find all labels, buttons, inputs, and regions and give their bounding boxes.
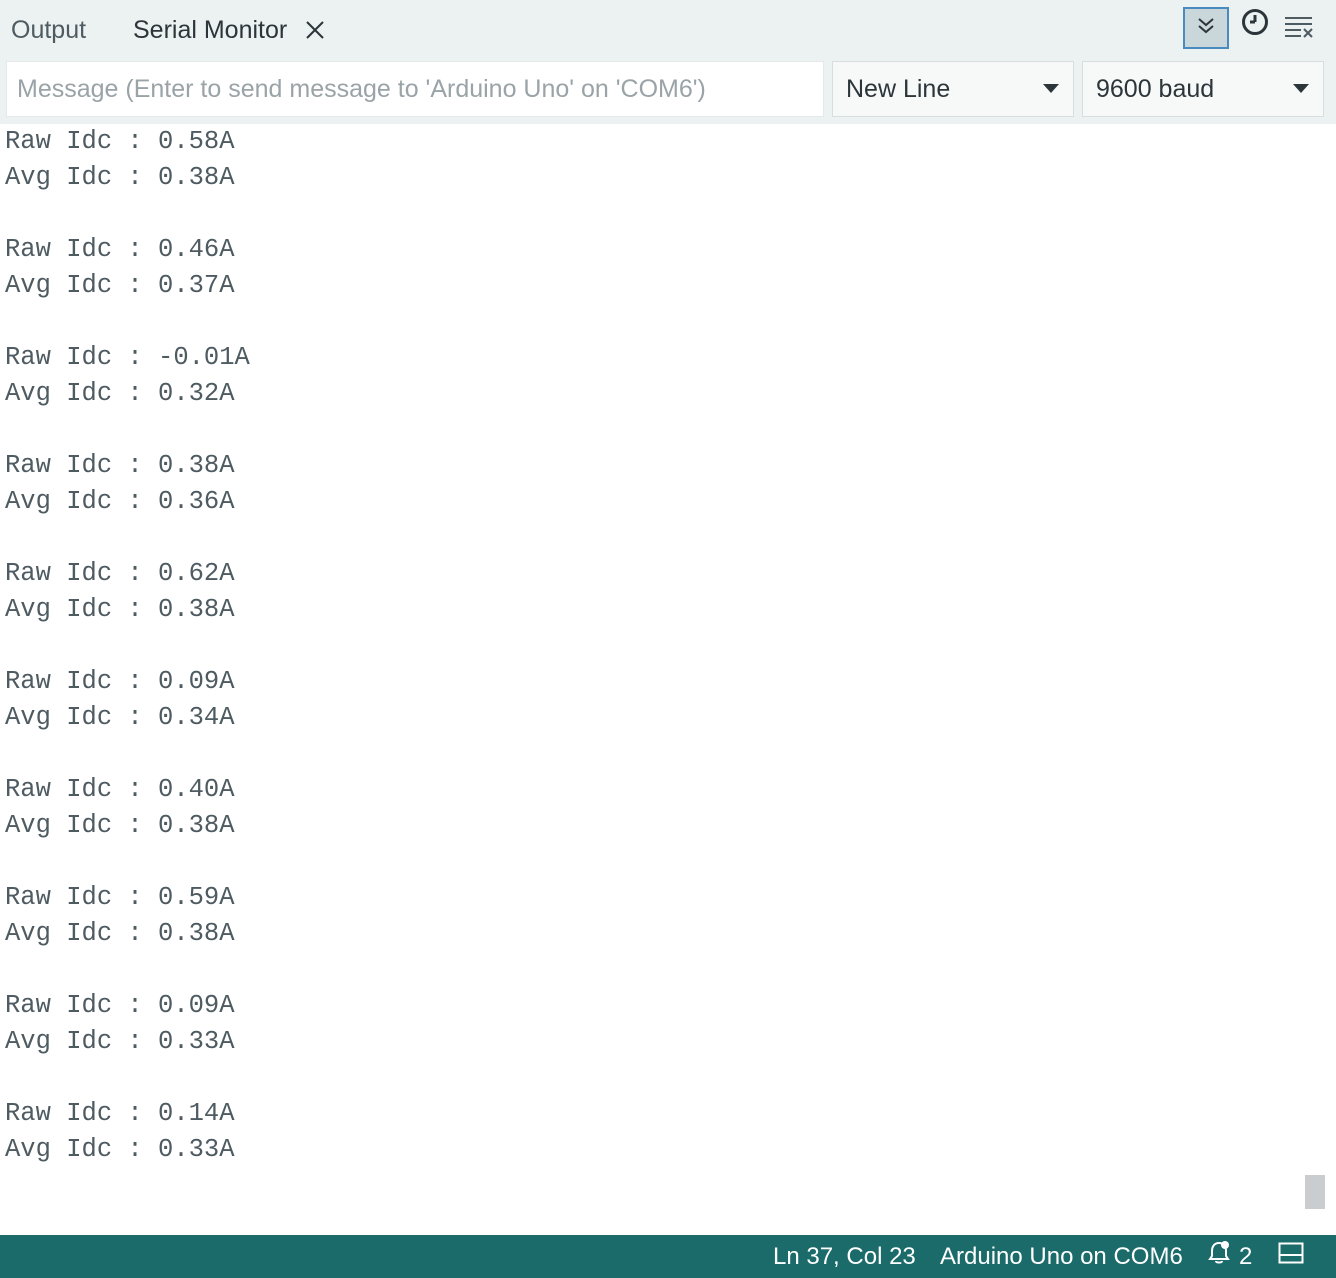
serial-output-lines: Raw Idc : 0.58A Avg Idc : 0.38A Raw Idc : … (5, 124, 250, 1168)
bell-icon (1207, 1240, 1231, 1273)
baud-rate-select[interactable]: 9600 baud (1082, 61, 1324, 117)
output-line: Raw Idc : 0.38A (5, 451, 235, 480)
output-line (5, 1060, 250, 1096)
board-status[interactable]: Arduino Uno on COM6 (940, 1235, 1183, 1278)
output-line: Avg Idc : 0.33A (5, 1027, 235, 1056)
clock-icon (1241, 8, 1269, 41)
output-line: Avg Idc : 0.38A (5, 811, 235, 840)
serial-monitor-panel: Output Serial Monitor Message (Enter to … (0, 0, 1336, 1278)
output-line (5, 844, 250, 880)
cursor-position-text: Ln 37, Col 23 (773, 1242, 916, 1270)
chevron-down-icon (1043, 84, 1059, 93)
output-line: Raw Idc : 0.40A (5, 775, 235, 804)
output-line: Avg Idc : 0.36A (5, 487, 235, 516)
line-ending-value: New Line (846, 74, 951, 103)
output-line: Raw Idc : 0.09A (5, 991, 235, 1020)
cursor-position[interactable]: Ln 37, Col 23 (773, 1235, 916, 1278)
panel-tab-bar: Output Serial Monitor (0, 0, 1336, 60)
line-ending-select[interactable]: New Line (832, 61, 1074, 117)
output-line: Avg Idc : 0.38A (5, 595, 235, 624)
autoscroll-toggle-button[interactable] (1183, 7, 1229, 49)
output-line: Raw Idc : 0.58A (5, 127, 235, 156)
notifications-button[interactable]: 2 (1207, 1235, 1252, 1278)
baud-rate-value: 9600 baud (1096, 74, 1215, 103)
autoscroll-icon (1196, 16, 1216, 41)
toggle-timestamp-button[interactable] (1237, 6, 1273, 42)
clear-output-icon (1284, 15, 1314, 44)
output-line (5, 520, 250, 556)
output-line (5, 412, 250, 448)
tab-serial-monitor[interactable]: Serial Monitor (133, 0, 325, 60)
close-icon[interactable] (305, 20, 325, 40)
chevron-down-icon (1293, 84, 1309, 93)
output-line: Raw Idc : 0.46A (5, 235, 235, 264)
output-line (5, 952, 250, 988)
toggle-panel-button[interactable] (1278, 1235, 1304, 1278)
output-line: Raw Idc : 0.09A (5, 667, 235, 696)
message-input[interactable] (6, 61, 824, 117)
output-line: Avg Idc : 0.32A (5, 379, 235, 408)
panel-layout-icon (1278, 1242, 1304, 1271)
tab-serial-monitor-label: Serial Monitor (133, 15, 288, 44)
output-line (5, 736, 250, 772)
status-bar: Ln 37, Col 23 Arduino Uno on COM6 2 (0, 1235, 1336, 1278)
output-line (5, 304, 250, 340)
output-line (5, 196, 250, 232)
clear-output-button[interactable] (1280, 12, 1318, 46)
output-line: Avg Idc : 0.37A (5, 271, 235, 300)
output-line: Raw Idc : 0.14A (5, 1099, 235, 1128)
tab-output-label: Output (11, 15, 87, 44)
vertical-scrollbar-thumb[interactable] (1305, 1175, 1325, 1209)
notification-count: 2 (1239, 1242, 1253, 1270)
output-line: Raw Idc : -0.01A (5, 343, 250, 372)
output-line: Avg Idc : 0.38A (5, 919, 235, 948)
board-status-text: Arduino Uno on COM6 (940, 1242, 1183, 1270)
output-line: Avg Idc : 0.34A (5, 703, 235, 732)
output-line (5, 628, 250, 664)
tab-output[interactable]: Output (11, 0, 86, 60)
serial-output-area[interactable]: Raw Idc : 0.58A Avg Idc : 0.38A Raw Idc : … (0, 124, 1336, 1235)
message-input-row: New Line 9600 baud (0, 60, 1336, 124)
output-line: Avg Idc : 0.33A (5, 1135, 235, 1164)
output-line: Raw Idc : 0.59A (5, 883, 235, 912)
output-line: Avg Idc : 0.38A (5, 163, 235, 192)
output-line: Raw Idc : 0.62A (5, 559, 235, 588)
